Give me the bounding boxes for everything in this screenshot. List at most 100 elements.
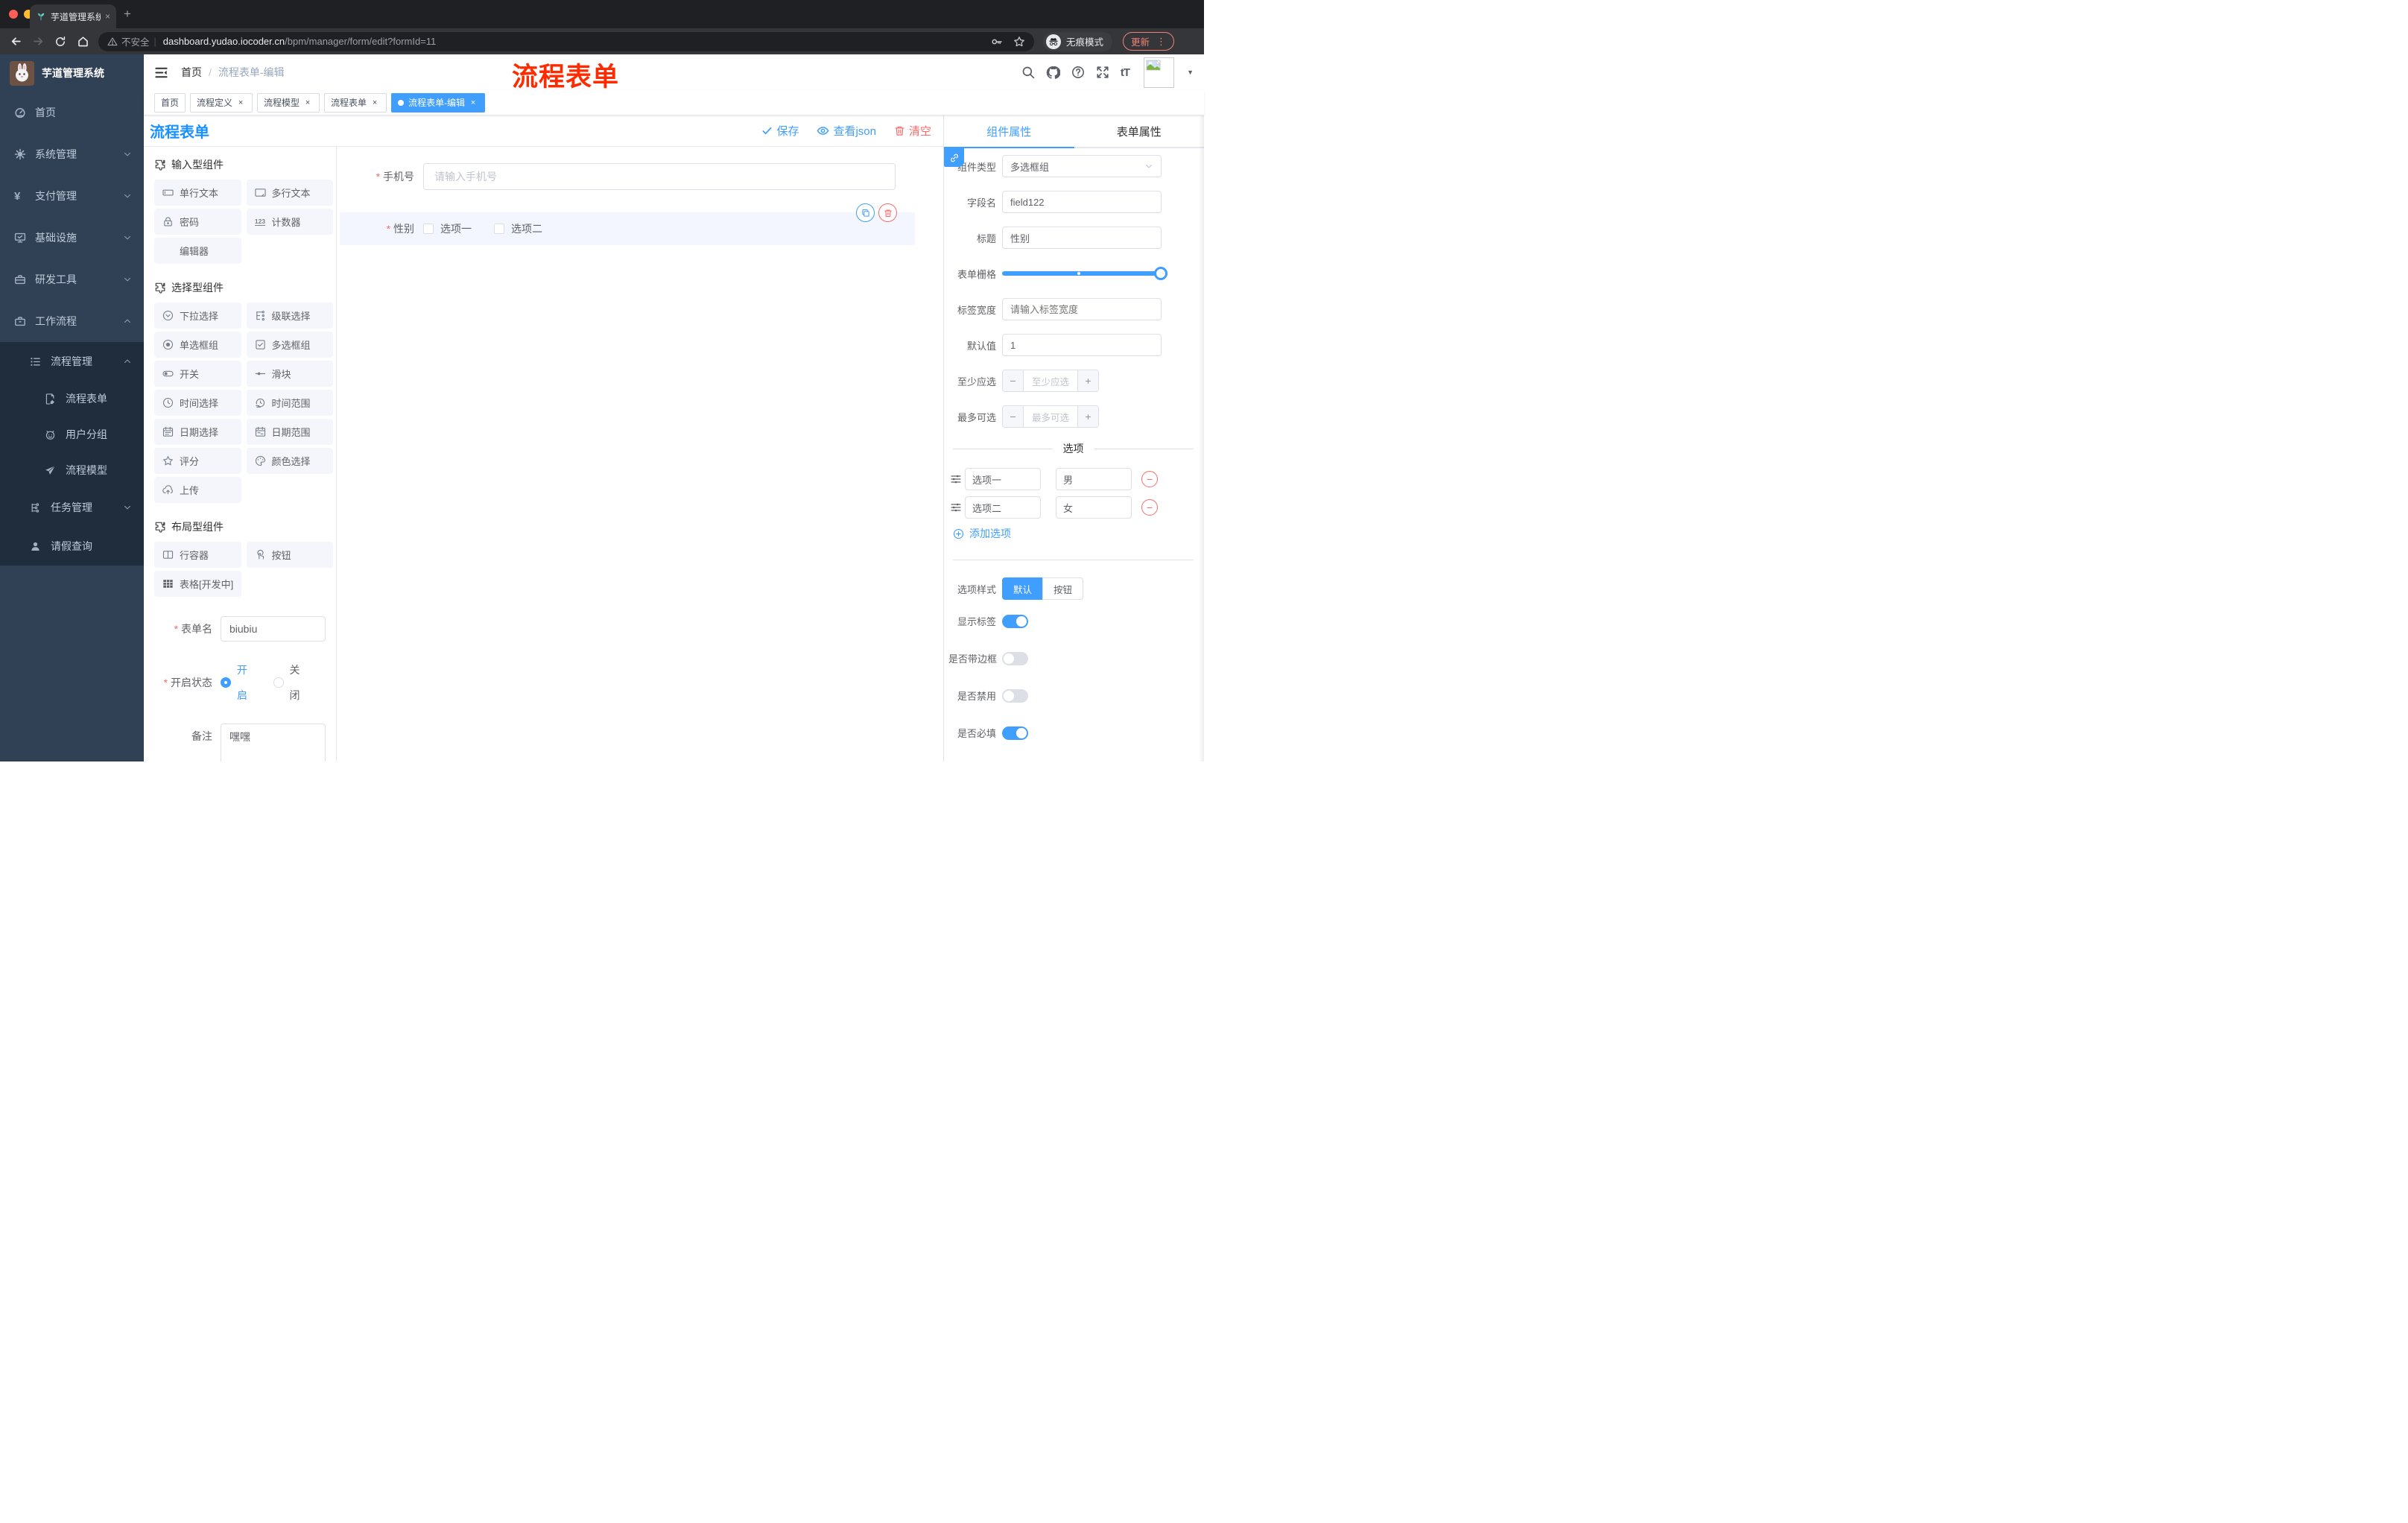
remove-option-button[interactable]: − (1141, 499, 1158, 516)
window-close-button[interactable] (9, 10, 18, 19)
sidebar-item-devtools[interactable]: 研发工具 (0, 259, 144, 300)
tag-close-icon[interactable]: × (468, 98, 478, 108)
tag-close-icon[interactable]: × (302, 98, 313, 108)
tag-process-form[interactable]: 流程表单 × (324, 92, 387, 113)
palette-item-slider[interactable]: 滑块 (246, 361, 333, 387)
sidebar-item-workflow[interactable]: 工作流程 (0, 300, 144, 342)
phone-input[interactable]: 请输入手机号 (423, 163, 896, 190)
title-input[interactable] (1002, 227, 1162, 249)
palette-item-time-range[interactable]: 时间范围 (246, 390, 333, 416)
sidebar-item-infrastructure[interactable]: 基础设施 (0, 217, 144, 259)
forward-icon[interactable] (28, 35, 48, 48)
sidebar-item-payment[interactable]: ¥ 支付管理 (0, 175, 144, 217)
tab-form-props[interactable]: 表单属性 (1074, 115, 1205, 147)
stepper-decrease-button[interactable]: − (1003, 370, 1024, 391)
canvas-field-phone[interactable]: 手机号 请输入手机号 (340, 163, 915, 190)
remove-option-button[interactable]: − (1141, 471, 1158, 487)
palette-item-checkbox-group[interactable]: 多选框组 (246, 332, 333, 358)
help-icon[interactable] (1071, 66, 1085, 79)
palette-item-cascader[interactable]: 级联选择 (246, 303, 333, 329)
tag-close-icon[interactable]: × (235, 98, 246, 108)
stepper-decrease-button[interactable]: − (1003, 406, 1024, 427)
style-button-button[interactable]: 按钮 (1042, 577, 1084, 600)
option-label-input[interactable] (965, 496, 1041, 519)
save-button[interactable]: 保存 (761, 123, 799, 139)
duplicate-component-button[interactable] (856, 203, 875, 222)
stepper-increase-button[interactable]: + (1077, 406, 1098, 427)
component-type-select[interactable]: 多选框组 (1002, 155, 1162, 177)
browser-menu-icon[interactable]: ⋮ (1156, 36, 1166, 48)
option-label-input[interactable] (965, 468, 1041, 490)
palette-item-radio-group[interactable]: 单选框组 (154, 332, 241, 358)
view-json-button[interactable]: 查看json (817, 123, 876, 139)
status-on-radio[interactable]: 开启 (221, 657, 253, 708)
update-label[interactable]: 更新 (1131, 34, 1150, 48)
sidebar-item-process-model[interactable]: 流程模型 (0, 452, 144, 488)
form-grid-slider[interactable] (1002, 262, 1167, 285)
slider-handle[interactable] (1154, 267, 1167, 280)
palette-item-switch[interactable]: 开关 (154, 361, 241, 387)
password-key-icon[interactable] (991, 36, 1003, 48)
checkbox-icon[interactable] (494, 224, 504, 234)
min-select-value[interactable]: 至少应选 (1024, 370, 1077, 391)
browser-update-button[interactable]: 更新 ⋮ (1123, 32, 1175, 51)
avatar-caret-down-icon[interactable]: ▼ (1187, 69, 1194, 76)
sidebar-item-user-group[interactable]: 用户分组 (0, 417, 144, 452)
form-name-input[interactable] (221, 616, 326, 642)
palette-item-row-container[interactable]: 行容器 (154, 542, 241, 568)
palette-item-table[interactable]: 表格[开发中] (154, 571, 241, 597)
palette-item-editor[interactable]: 编辑器 (154, 238, 241, 264)
palette-item-time-picker[interactable]: 时间选择 (154, 390, 241, 416)
canvas-field-gender-selected[interactable]: 性别 选项一 选项二 (340, 203, 915, 245)
sidebar-logo[interactable]: 芋道管理系统 (0, 54, 144, 92)
checkbox-icon[interactable] (423, 224, 434, 234)
gender-option-1-checkbox[interactable]: 选项一 (423, 221, 472, 236)
border-switch[interactable] (1002, 651, 1028, 665)
tag-close-icon[interactable]: × (370, 98, 380, 108)
url-bar[interactable]: 不安全 | dashboard.yudao.iocoder.cn/bpm/man… (98, 31, 1034, 51)
palette-item-date-range[interactable]: 日期范围 (246, 419, 333, 445)
palette-item-multi-text[interactable]: 多行文本 (246, 180, 333, 206)
sidebar-item-process-mgmt[interactable]: 流程管理 (0, 342, 144, 381)
form-canvas[interactable]: 手机号 请输入手机号 性别 选项一 选项二 (337, 147, 943, 762)
palette-item-single-text[interactable]: 单行文本 (154, 180, 241, 206)
max-select-value[interactable]: 最多可选 (1024, 406, 1077, 427)
label-width-input[interactable] (1002, 298, 1162, 320)
sidebar-item-task-mgmt[interactable]: 任务管理 (0, 488, 144, 527)
option-value-input[interactable] (1056, 468, 1132, 490)
palette-item-color-picker[interactable]: 颜色选择 (246, 448, 333, 474)
tag-home[interactable]: 首页 (154, 92, 186, 113)
sidebar-item-process-form[interactable]: 流程表单 (0, 381, 144, 417)
add-option-button[interactable]: 添加选项 (953, 526, 1204, 541)
sidebar-item-system[interactable]: 系统管理 (0, 133, 144, 175)
tag-process-definition[interactable]: 流程定义 × (190, 92, 253, 113)
disabled-switch[interactable] (1002, 688, 1028, 703)
avatar[interactable] (1144, 57, 1175, 88)
sidebar-item-home[interactable]: 首页 (0, 92, 144, 133)
reload-icon[interactable] (51, 36, 70, 48)
breadcrumb-home[interactable]: 首页 (181, 65, 202, 80)
new-tab-button[interactable]: + (124, 7, 131, 20)
field-name-input[interactable] (1002, 191, 1162, 213)
delete-component-button[interactable] (878, 203, 897, 222)
gender-option-2-checkbox[interactable]: 选项二 (494, 221, 542, 236)
style-default-button[interactable]: 默认 (1002, 577, 1043, 600)
bookmark-star-icon[interactable] (1013, 36, 1025, 48)
tag-process-form-edit[interactable]: 流程表单-编辑 × (391, 92, 486, 113)
tag-process-model[interactable]: 流程模型 × (257, 92, 320, 113)
font-size-icon[interactable]: tT (1121, 66, 1130, 79)
fullscreen-icon[interactable] (1096, 66, 1109, 79)
search-icon[interactable] (1021, 66, 1035, 79)
link-icon[interactable] (944, 148, 964, 167)
remark-textarea[interactable]: 嘿嘿 (221, 723, 326, 762)
sidebar-item-leave-query[interactable]: 请假查询 (0, 527, 144, 566)
option-value-input[interactable] (1056, 496, 1132, 519)
palette-item-rate[interactable]: 评分 (154, 448, 241, 474)
drag-handle-icon[interactable] (950, 473, 962, 485)
palette-item-button[interactable]: 按钮 (246, 542, 333, 568)
default-value-input[interactable] (1002, 334, 1162, 356)
status-off-radio[interactable]: 关闭 (273, 657, 305, 708)
required-switch[interactable] (1002, 726, 1028, 740)
browser-tab[interactable]: 芋道管理系统 × (30, 4, 116, 28)
security-label[interactable]: 不安全 (121, 34, 150, 48)
